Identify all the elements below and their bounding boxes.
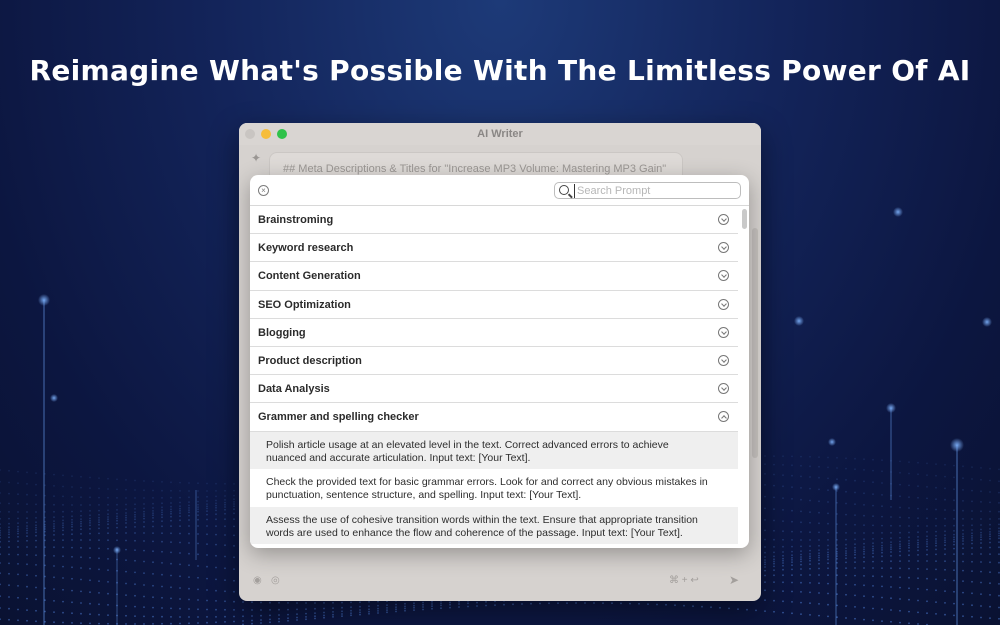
category-label: Content Generation: [258, 270, 361, 283]
prompt-item[interactable]: Check the provided text for basic gramma…: [250, 469, 738, 507]
window-footer: ◉ ◎ ⌘ + ↩ ➤: [239, 561, 761, 601]
category-label: SEO Optimization: [258, 298, 351, 311]
chevron-down-icon[interactable]: [718, 242, 729, 254]
list-scrollbar[interactable]: [742, 209, 747, 229]
prompt-picker-popup: × Brainstroming Keyword research Content…: [250, 175, 749, 548]
prompt-category-list: Brainstroming Keyword research Content G…: [250, 206, 749, 547]
category-label: Data Analysis: [258, 383, 330, 396]
search-box[interactable]: [554, 182, 741, 199]
page-headline: Reimagine What's Possible With The Limit…: [29, 54, 971, 87]
popup-header: ×: [250, 175, 749, 206]
prompt-line: punctuation, sentence structure, and spe…: [266, 489, 582, 501]
window-titlebar: AI Writer: [239, 123, 761, 145]
category-product-description[interactable]: Product description: [250, 347, 738, 376]
category-label: Grammer and spelling checker: [258, 411, 419, 424]
chevron-down-icon[interactable]: [718, 270, 729, 282]
chevron-up-icon[interactable]: [718, 411, 729, 423]
prompt-line: Polish article usage at an elevated leve…: [266, 438, 669, 451]
close-icon[interactable]: ×: [258, 185, 269, 196]
chevron-down-icon[interactable]: [718, 298, 729, 310]
category-brainstroming[interactable]: Brainstroming: [250, 206, 738, 235]
category-content-generation[interactable]: Content Generation: [250, 262, 738, 291]
prompt-line: Assess the use of cohesive transition wo…: [266, 513, 698, 526]
search-input[interactable]: [574, 184, 734, 198]
prompt-line: words are used to enhance the flow and c…: [266, 526, 683, 539]
prompt-item[interactable]: Polish article usage at an elevated leve…: [250, 431, 738, 469]
chevron-down-icon[interactable]: [718, 326, 729, 338]
category-label: Brainstroming: [258, 214, 334, 226]
window-title: AI Writer: [477, 128, 523, 140]
sparkle-icon[interactable]: ✦: [251, 151, 261, 165]
category-seo-optimization[interactable]: SEO Optimization: [250, 291, 738, 319]
prompt-line: Check the provided text for basic gramma…: [266, 476, 708, 488]
category-label: Blogging: [258, 326, 306, 339]
prompt-item[interactable]: Assess the use of cohesive transition wo…: [250, 506, 738, 544]
category-label: Keyword research: [258, 242, 354, 255]
settings-icon[interactable]: ◎: [271, 575, 280, 586]
shortcut-icon: ⌘ + ↩: [669, 575, 699, 586]
category-keyword-research[interactable]: Keyword research: [250, 234, 738, 263]
window-scrollbar[interactable]: [752, 228, 758, 458]
search-icon: [559, 185, 569, 195]
category-grammer-and-spelling-checker[interactable]: Grammer and spelling checker: [250, 403, 738, 432]
category-label: Product description: [258, 354, 362, 367]
chevron-down-icon[interactable]: [718, 383, 729, 395]
chevron-down-icon[interactable]: [718, 354, 729, 366]
attachment-icon[interactable]: ◉: [253, 575, 262, 586]
prompt-line: nuanced and accurate articulation. Input…: [266, 451, 531, 464]
category-blogging[interactable]: Blogging: [250, 319, 738, 347]
chevron-down-icon[interactable]: [718, 214, 729, 225]
category-data-analysis[interactable]: Data Analysis: [250, 375, 738, 404]
send-icon[interactable]: ➤: [729, 573, 739, 587]
